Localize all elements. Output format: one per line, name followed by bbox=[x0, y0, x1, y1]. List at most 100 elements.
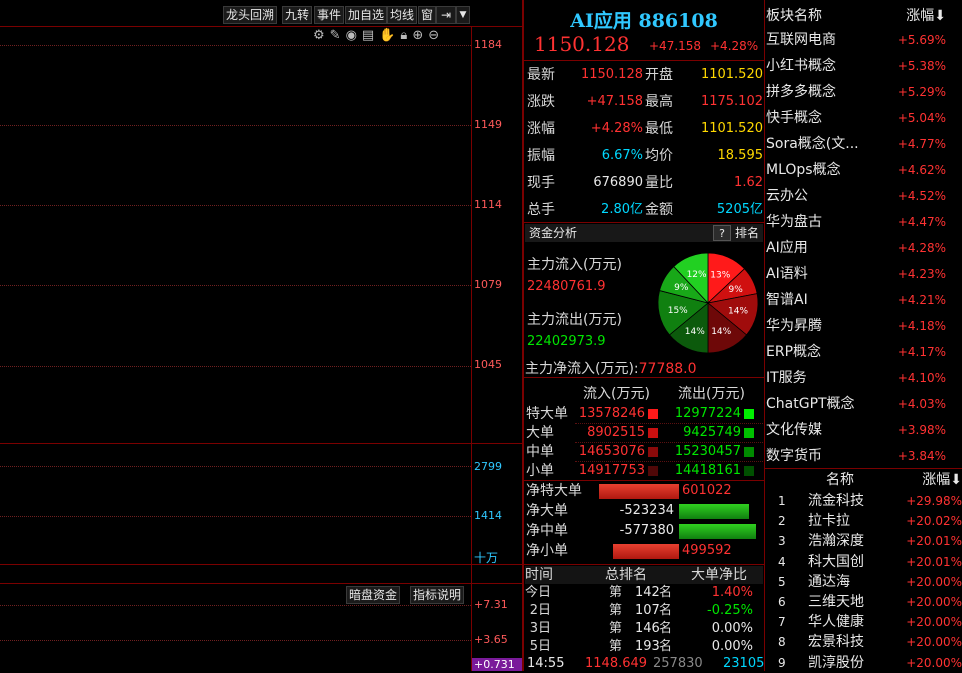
main-outflow-label: 主力流出(万元) bbox=[527, 312, 622, 328]
plate-name: AI应用 bbox=[766, 240, 808, 256]
rank-day: 5日 bbox=[529, 639, 551, 654]
stock-change-pct: +20.00% bbox=[906, 595, 962, 609]
eye-icon[interactable]: ◉ bbox=[346, 28, 357, 43]
plate-row[interactable]: Sora概念(文... +4.77% bbox=[766, 131, 962, 157]
stock-row[interactable]: 2 拉卡拉 +20.02% bbox=[766, 511, 962, 531]
plate-row[interactable]: MLOps概念 +4.62% bbox=[766, 157, 962, 183]
flow-row: 特大单 13578246 12977224 bbox=[525, 404, 763, 424]
event-button[interactable]: 事件 bbox=[314, 6, 345, 24]
plate-name: 文化传媒 bbox=[766, 422, 822, 438]
settings-icon[interactable]: ⚙ bbox=[313, 28, 325, 43]
net-flow-value: -577380 bbox=[619, 523, 674, 538]
expand-arrow-icon[interactable]: ⇥ bbox=[436, 6, 456, 24]
net-flow-label: 净大单 bbox=[526, 503, 568, 519]
stock-row[interactable]: 8 宏景科技 +20.00% bbox=[766, 632, 962, 652]
dropdown-icon[interactable]: ▼ bbox=[456, 6, 470, 24]
plate-row[interactable]: 华为盘古 +4.47% bbox=[766, 209, 962, 235]
plates-header-pct[interactable]: 涨幅⬇ bbox=[906, 3, 946, 29]
stock-name: 华人健康 bbox=[808, 614, 864, 631]
rank-row: 2日 第 107 名 -0.25% bbox=[525, 602, 763, 620]
net-flow-value: 499592 bbox=[682, 543, 732, 558]
plate-row[interactable]: 快手概念 +5.04% bbox=[766, 105, 962, 131]
volume-axis-label: 1414 bbox=[474, 509, 502, 522]
zoom-out-icon[interactable]: ⊖ bbox=[428, 28, 439, 43]
plate-row[interactable]: ERP概念 +4.17% bbox=[766, 339, 962, 365]
window-button[interactable]: 窗 bbox=[418, 6, 437, 24]
dragon-backtrack-button[interactable]: 龙头回溯 bbox=[223, 6, 278, 24]
plate-row[interactable]: AI语料 +4.23% bbox=[766, 261, 962, 287]
plate-change-pct: +4.10% bbox=[897, 371, 946, 385]
stock-index: 3 bbox=[778, 534, 786, 549]
stock-index: 5 bbox=[778, 574, 786, 589]
stock-row[interactable]: 5 通达海 +20.00% bbox=[766, 572, 962, 592]
rank-ratio: 0.00% bbox=[711, 639, 753, 654]
stock-row[interactable]: 3 浩瀚深度 +20.01% bbox=[766, 531, 962, 551]
plate-row[interactable]: IT服务 +4.10% bbox=[766, 365, 962, 391]
stock-index: 6 bbox=[778, 595, 786, 609]
plate-row[interactable]: 数字货币 +3.84% bbox=[766, 443, 962, 469]
stocks-header-pct[interactable]: 涨幅⬇ bbox=[922, 470, 962, 490]
flow-row: 小单 14917753 14418161 bbox=[525, 461, 763, 481]
quote-field-label: 均价 bbox=[645, 148, 673, 164]
net-flow-bar bbox=[679, 524, 756, 539]
tick-price: 1148.649 bbox=[585, 656, 648, 671]
plate-change-pct: +4.47% bbox=[897, 215, 946, 229]
plate-name: 拼多多概念 bbox=[766, 84, 836, 100]
plate-row[interactable]: 华为昇腾 +4.18% bbox=[766, 313, 962, 339]
dark-pool-button[interactable]: 暗盘资金 bbox=[346, 586, 401, 604]
stock-row[interactable]: 9 凯淳股份 +20.00% bbox=[766, 653, 962, 673]
trash-icon[interactable]: ▤ bbox=[362, 28, 374, 43]
plate-row[interactable]: 拼多多概念 +5.29% bbox=[766, 79, 962, 105]
hand-icon[interactable]: ✋ bbox=[379, 28, 395, 43]
main-inflow-label: 主力流入(万元) bbox=[527, 257, 622, 273]
lock-icon[interactable]: 🔒︎ bbox=[400, 28, 407, 43]
add-watchlist-button[interactable]: 加自选 bbox=[345, 6, 388, 24]
indicator-help-button[interactable]: 指标说明 bbox=[410, 586, 465, 604]
plate-row[interactable]: AI应用 +4.28% bbox=[766, 235, 962, 261]
quote-field-label: 涨跌 bbox=[527, 94, 555, 110]
plate-row[interactable]: 智谱AI +4.21% bbox=[766, 287, 962, 313]
plate-row[interactable]: 互联网电商 +5.69% bbox=[766, 27, 962, 53]
plate-row[interactable]: 文化传媒 +3.98% bbox=[766, 417, 962, 443]
plate-name: 数字货币 bbox=[766, 448, 822, 464]
plate-name: AI语料 bbox=[766, 266, 808, 282]
flow-row: 中单 14653076 15230457 bbox=[525, 442, 763, 462]
quote-field-label: 最高 bbox=[645, 94, 673, 110]
rank-ratio: -0.25% bbox=[707, 603, 753, 618]
rank-header-total: 总排名 bbox=[605, 567, 647, 583]
plate-row[interactable]: ChatGPT概念 +4.03% bbox=[766, 391, 962, 417]
tick-volume: 257830 bbox=[653, 656, 703, 671]
plate-change-pct: +3.98% bbox=[897, 423, 946, 437]
stock-change-pct: +20.02% bbox=[906, 514, 962, 529]
flow-out-swatch bbox=[744, 447, 754, 457]
zoom-in-icon[interactable]: ⊕ bbox=[412, 28, 423, 43]
net-flow-row: 净特大单 601022 bbox=[525, 481, 763, 501]
net-flow-label: 净中单 bbox=[526, 523, 568, 539]
plate-name: 云办公 bbox=[766, 188, 808, 204]
pen-icon[interactable]: ✎ bbox=[330, 28, 341, 43]
plate-row[interactable]: 云办公 +4.52% bbox=[766, 183, 962, 209]
plate-row[interactable]: 小红书概念 +5.38% bbox=[766, 53, 962, 79]
flow-out-swatch bbox=[744, 409, 754, 419]
help-button[interactable]: ? bbox=[713, 225, 731, 241]
tick-time: 14:55 bbox=[527, 656, 565, 671]
net-flow-row: 净小单 499592 bbox=[525, 541, 763, 561]
stock-row[interactable]: 1 流金科技 +29.98% bbox=[766, 491, 962, 511]
stock-row[interactable]: 7 华人健康 +20.00% bbox=[766, 612, 962, 632]
nine-turn-button[interactable]: 九转 bbox=[282, 6, 313, 24]
moving-average-button[interactable]: 均线 bbox=[387, 6, 418, 24]
stock-row[interactable]: 4 科大国创 +20.01% bbox=[766, 552, 962, 572]
stock-index: 8 bbox=[778, 635, 786, 650]
stocks-header: 名称 涨幅⬇ bbox=[766, 470, 962, 490]
flow-in-swatch bbox=[648, 428, 658, 438]
plate-change-pct: +3.84% bbox=[897, 449, 946, 463]
stock-name: 三维天地 bbox=[808, 594, 864, 610]
plate-name: MLOps概念 bbox=[766, 162, 841, 178]
stock-name: 流金科技 bbox=[808, 493, 864, 509]
stock-row[interactable]: 6 三维天地 +20.00% bbox=[766, 592, 962, 612]
plate-change-pct: +4.28% bbox=[897, 241, 946, 255]
net-flow-value: 601022 bbox=[682, 483, 732, 498]
rank-button[interactable]: 排名 bbox=[735, 224, 759, 242]
quote-field-value: 18.595 bbox=[717, 148, 764, 163]
stock-change-pct: +20.01% bbox=[906, 554, 962, 569]
